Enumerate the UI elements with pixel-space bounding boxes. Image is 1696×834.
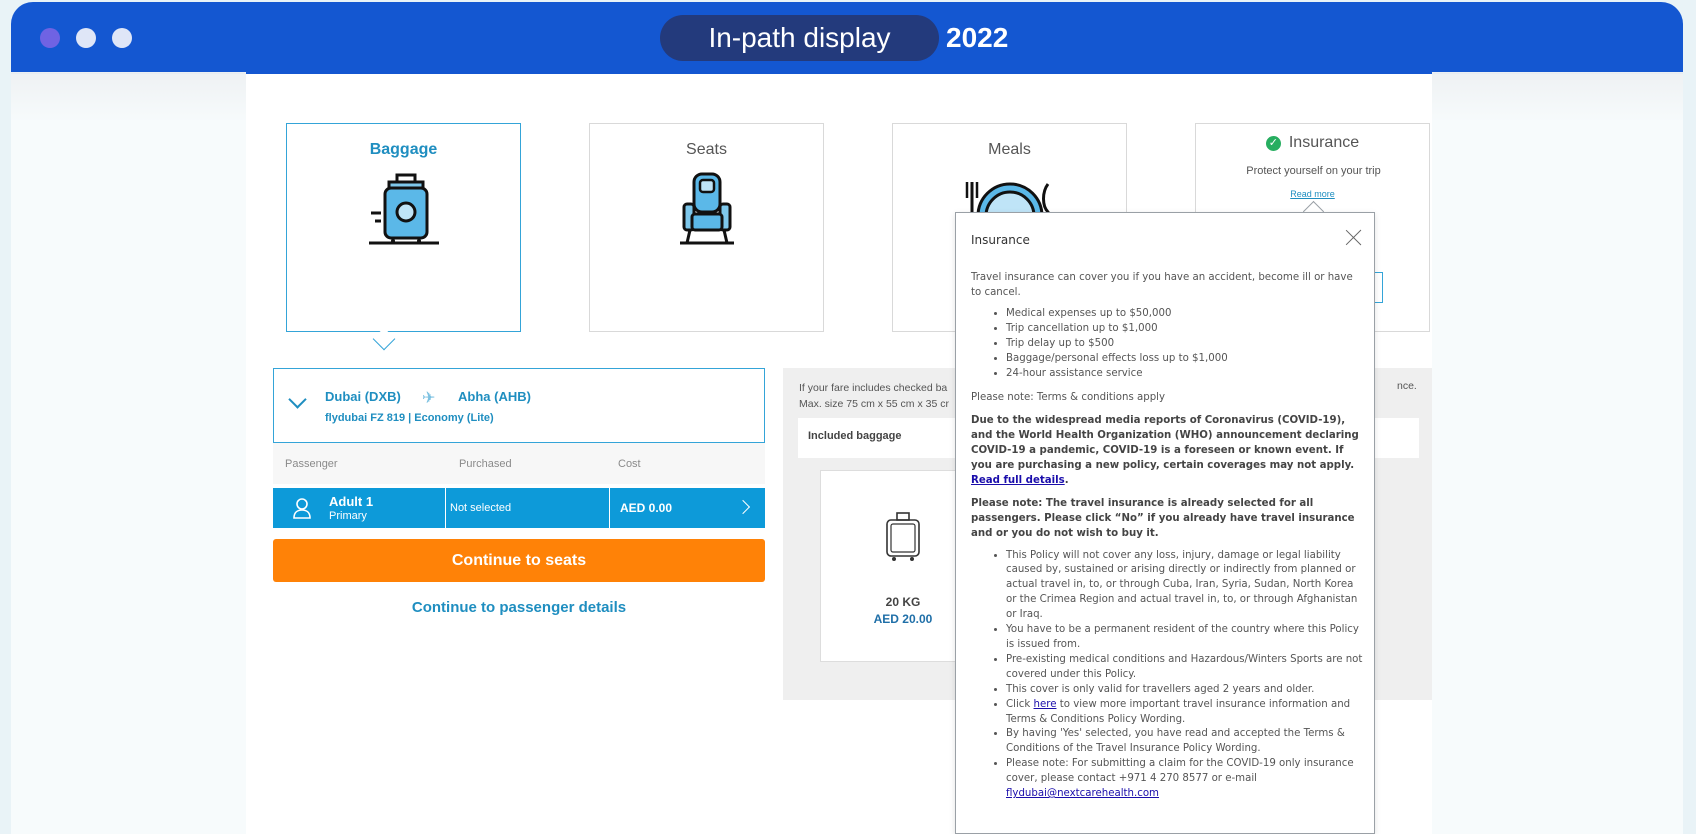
- condition-item-claim: Please note: For submitting a claim for …: [1006, 757, 1363, 802]
- chevron-down-icon[interactable]: [288, 390, 307, 409]
- insurance-popup: Insurance Travel insurance can cover you…: [955, 212, 1375, 834]
- claim-note: Please note: For submitting a claim for …: [1006, 758, 1354, 785]
- close-icon[interactable]: [1345, 229, 1362, 246]
- continue-to-passenger-details-link[interactable]: Continue to passenger details: [273, 599, 765, 616]
- col-cost: Cost: [618, 458, 641, 470]
- popup-intro: Travel insurance can cover you if you ha…: [971, 272, 1353, 298]
- row-divider: [445, 488, 446, 528]
- window-year: 2022: [946, 22, 1009, 53]
- flight-segment-header[interactable]: Dubai (DXB) ✈ Abha (AHB) flydubai FZ 819…: [273, 368, 765, 443]
- popup-title: Insurance: [971, 233, 1030, 247]
- route-origin: Dubai (DXB): [325, 389, 401, 404]
- continue-to-seats-button[interactable]: Continue to seats: [273, 539, 765, 582]
- condition-item: By having 'Yes' selected, you have read …: [1006, 727, 1363, 757]
- baggage-info-line-2: Max. size 75 cm x 55 cm x 35 cr: [799, 398, 949, 410]
- route-destination: Abha (AHB): [458, 389, 531, 404]
- passenger-row[interactable]: Adult 1 Primary Not selected AED 0.00: [273, 488, 765, 528]
- tile-insurance-header: ✓ Insurance: [1196, 134, 1429, 152]
- luggage-icon: [886, 512, 920, 561]
- click-suffix: to view more important travel insurance …: [1006, 698, 1351, 725]
- condition-item: This Policy will not cover any loss, inj…: [1006, 549, 1363, 624]
- flight-details: flydubai FZ 819 | Economy (Lite): [325, 412, 494, 424]
- read-more-link[interactable]: Read more: [1196, 189, 1429, 199]
- window-dot-2[interactable]: [76, 28, 96, 48]
- read-full-details-link[interactable]: Read full details: [971, 475, 1065, 486]
- check-circle-icon: ✓: [1265, 135, 1281, 151]
- terms-note: Please note: Terms & conditions apply: [971, 391, 1166, 403]
- chevron-right-icon[interactable]: [735, 499, 751, 515]
- conditions-list: This Policy will not cover any loss, inj…: [1006, 549, 1363, 802]
- preselected-notice: Please note: The travel insurance is alr…: [971, 496, 1363, 541]
- preselected-text: Please note: The travel insurance is alr…: [971, 497, 1355, 539]
- claim-email-link[interactable]: flydubai@nextcarehealth.com: [1006, 788, 1159, 799]
- condition-item: You have to be a permanent resident of t…: [1006, 623, 1363, 653]
- window-title: In-path display: [660, 15, 939, 61]
- tile-seats-label: Seats: [686, 141, 727, 158]
- click-prefix: Click: [1006, 698, 1034, 710]
- tile-baggage[interactable]: Baggage: [286, 123, 521, 332]
- passenger-table-header: Passenger Purchased Cost: [273, 443, 765, 484]
- passenger-name: Adult 1: [329, 494, 374, 509]
- coverage-item: Medical expenses up to $50,000: [1006, 307, 1363, 322]
- suitcase-icon: [369, 173, 439, 245]
- tile-baggage-label: Baggage: [369, 141, 438, 158]
- seat-icon: [680, 172, 734, 245]
- coverage-item: Baggage/personal effects loss up to $1,0…: [1006, 352, 1363, 367]
- passenger-cost: AED 0.00: [620, 501, 673, 515]
- col-passenger: Passenger: [285, 458, 338, 470]
- plane-icon: ✈: [422, 390, 436, 407]
- coverage-item: 24-hour assistance service: [1006, 367, 1363, 382]
- purchased-status: Not selected: [450, 502, 512, 514]
- coverage-item: Trip delay up to $500: [1006, 337, 1363, 352]
- window-dot-3[interactable]: [112, 28, 132, 48]
- here-link[interactable]: here: [1034, 699, 1057, 710]
- tile-seats[interactable]: Seats: [589, 123, 824, 332]
- popup-body: Travel insurance can cover you if you ha…: [971, 270, 1363, 810]
- covid-notice: Due to the widespread media reports of C…: [971, 414, 1359, 486]
- coverage-list: Medical expenses up to $50,000 Trip canc…: [1006, 307, 1363, 382]
- condition-item: Pre-existing medical conditions and Haza…: [1006, 653, 1363, 683]
- tile-insurance-label: Insurance: [1288, 134, 1360, 151]
- person-icon: [293, 498, 311, 519]
- row-divider: [609, 488, 610, 528]
- title-bar: In-path display 2022: [11, 2, 1683, 74]
- col-purchased: Purchased: [459, 458, 512, 470]
- baggage-info-line-1: If your fare includes checked ba: [799, 382, 948, 394]
- window-dot-1[interactable]: [40, 28, 60, 48]
- condition-item-click: Click here to view more important travel…: [1006, 698, 1363, 728]
- coverage-item: Trip cancellation up to $1,000: [1006, 322, 1363, 337]
- covid-text: Due to the widespread media reports of C…: [971, 414, 1359, 471]
- included-baggage-label: Included baggage: [808, 430, 902, 442]
- condition-item: This cover is only valid for travellers …: [1006, 683, 1363, 698]
- baggage-info-text: If your fare includes checked ba Max. si…: [799, 380, 954, 412]
- tile-insurance-subtitle: Protect yourself on your trip: [1246, 165, 1381, 177]
- baggage-info-tail: nce.: [1397, 380, 1417, 392]
- right-shadow: [1432, 72, 1683, 122]
- passenger-type: Primary: [329, 510, 367, 522]
- tile-meals-label: Meals: [988, 141, 1031, 158]
- left-shadow: [11, 72, 246, 122]
